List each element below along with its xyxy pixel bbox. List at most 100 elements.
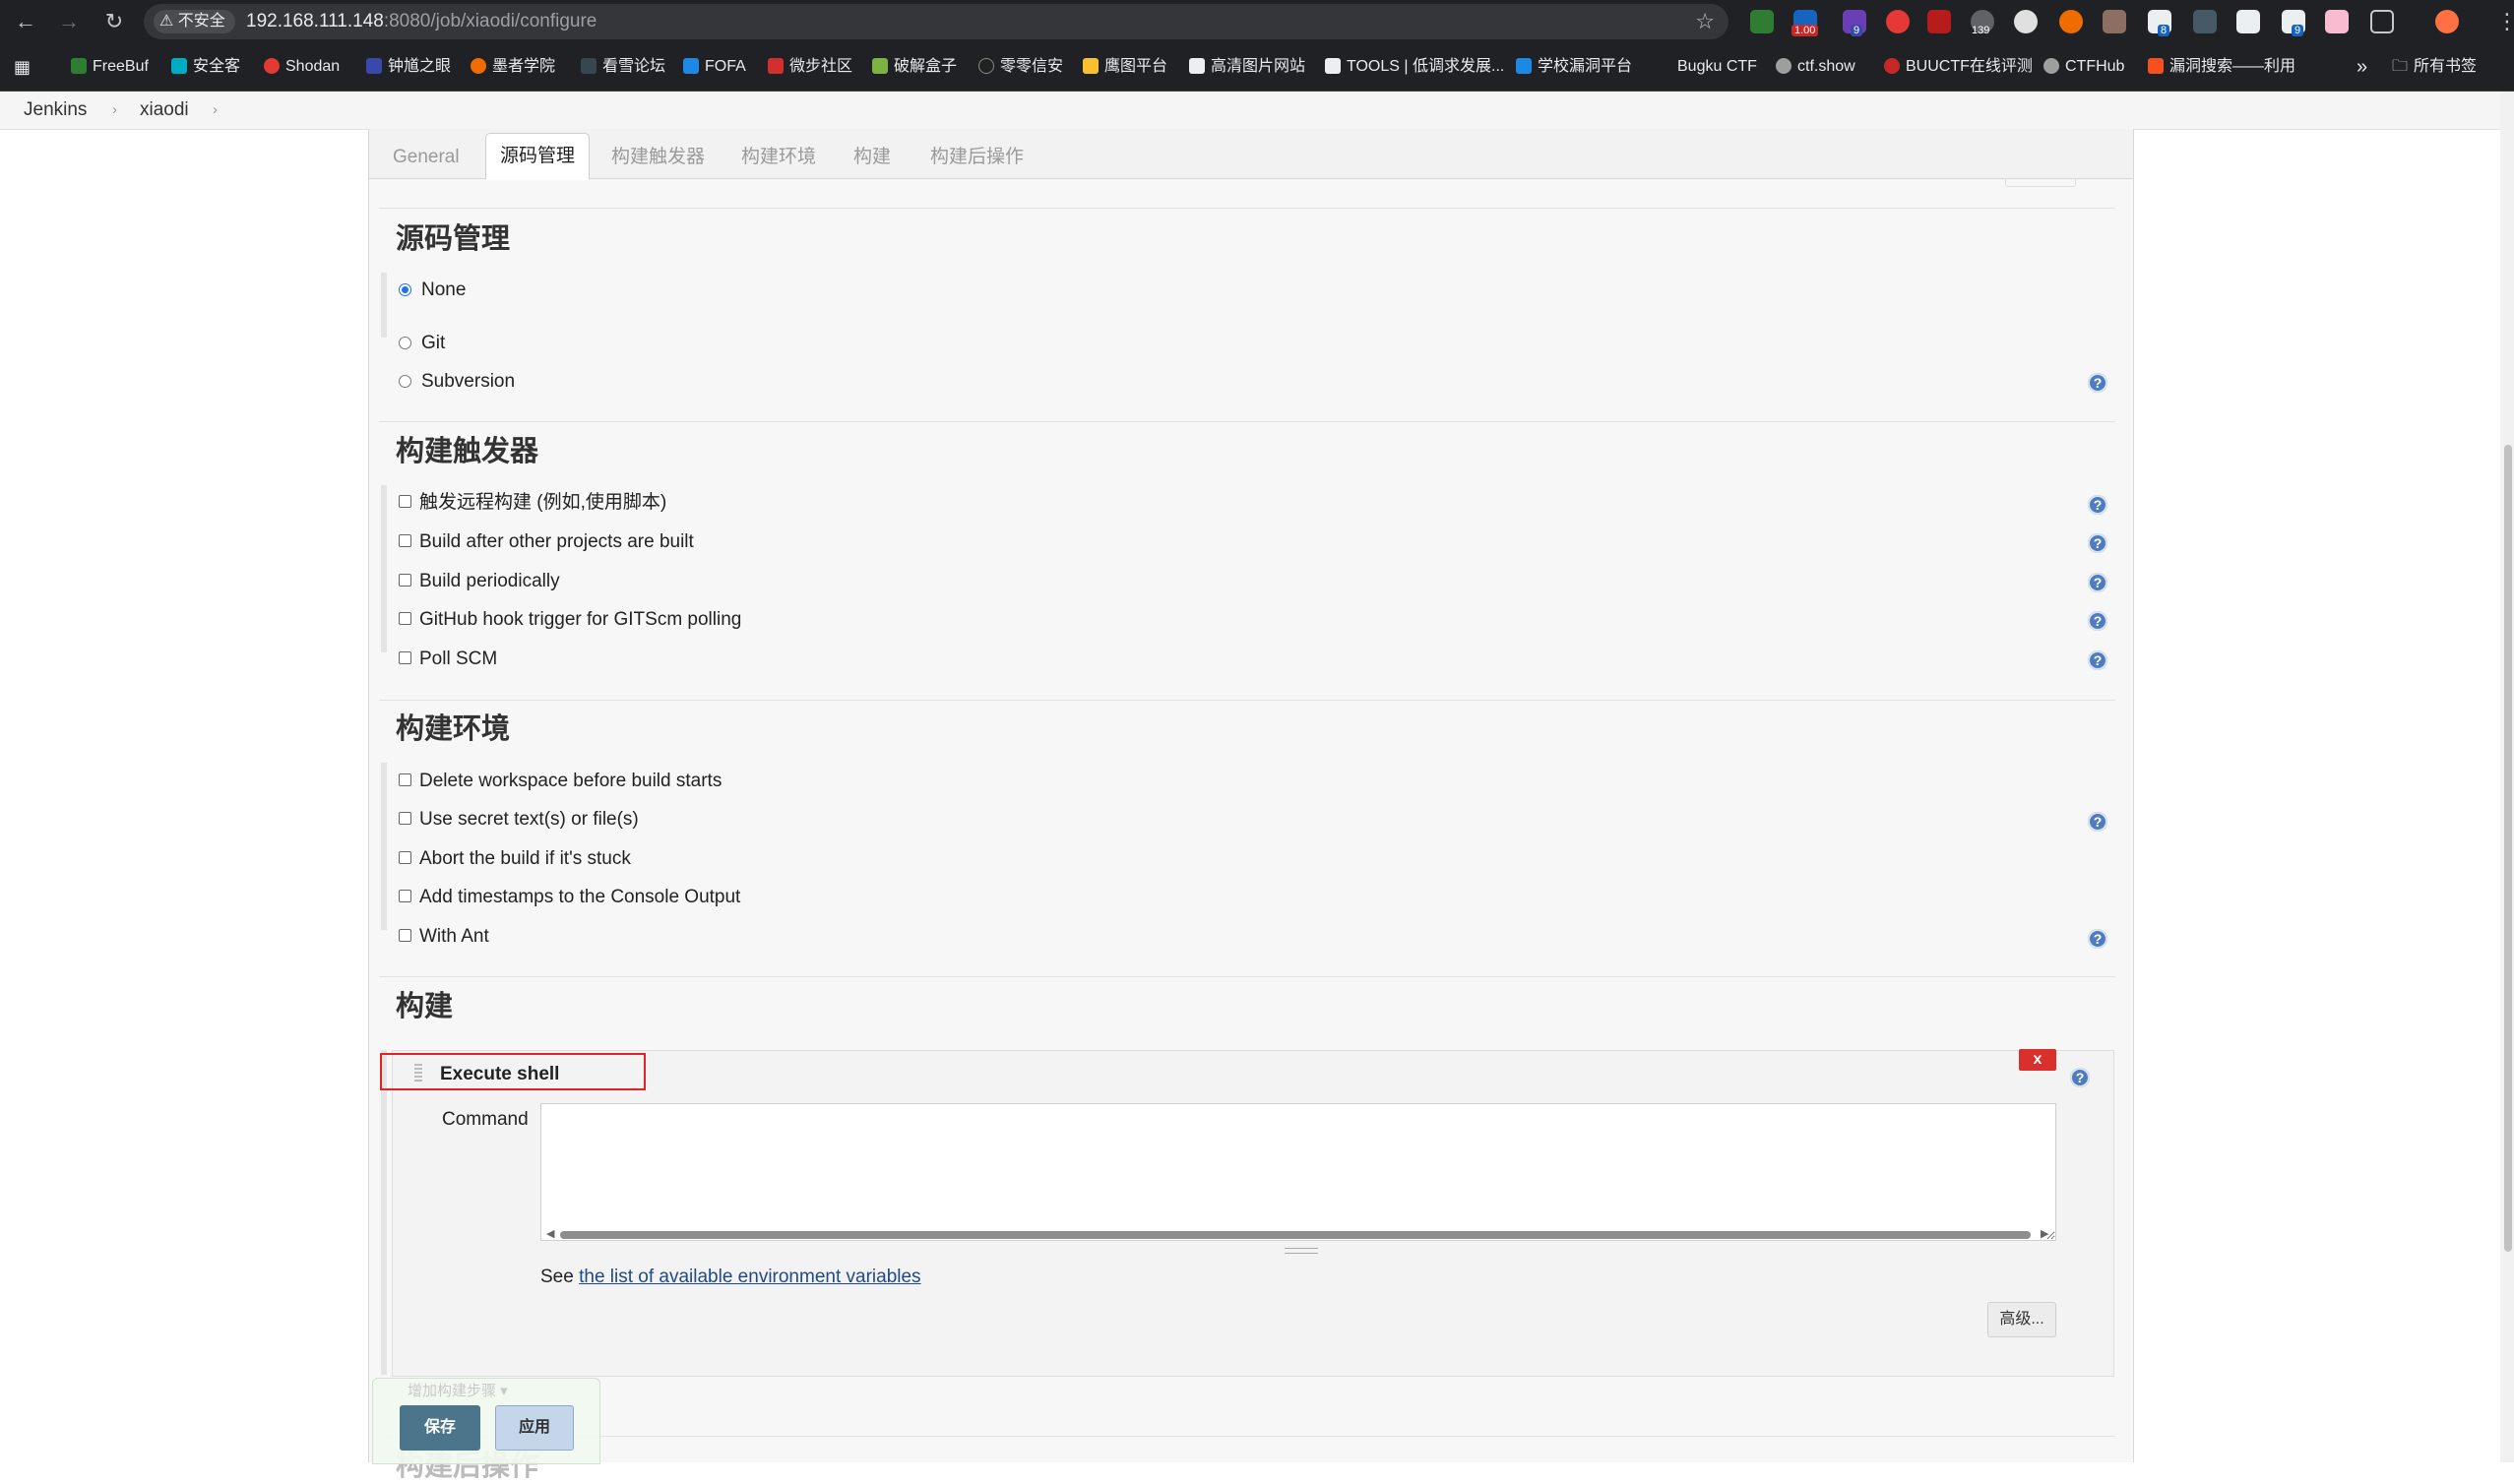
extension-icon[interactable] [2325,10,2349,33]
resize-grip[interactable] [1285,1248,1318,1254]
tab-scm[interactable]: 源码管理 [485,133,591,180]
radio-selected[interactable] [399,283,411,296]
bookmark-item[interactable]: 破解盒子 [872,43,957,91]
env-variables-link[interactable]: the list of available environment variab… [579,1267,920,1287]
scm-section-title: 源码管理 [396,223,511,255]
address-bar[interactable]: ⚠ 不安全 192.168.111.148:8080/job/xiaodi/co… [144,4,1728,39]
menu-icon[interactable]: ⋮ [2496,0,2514,43]
checkbox[interactable] [399,574,411,587]
tab-build[interactable]: 构建 [840,137,905,178]
extension-icon[interactable] [2236,10,2260,33]
checkbox[interactable] [399,773,411,786]
bookmark-item[interactable]: 安全客 [171,43,240,91]
more-bookmarks-button[interactable]: » [2357,43,2367,91]
advanced-button[interactable]: 高级... [1987,1302,2056,1337]
bookmark-item[interactable]: 零零信安 [978,43,1063,91]
help-icon[interactable]: ? [2088,650,2107,670]
bookmark-item[interactable]: ctf.show [1776,43,1855,91]
breadcrumb-jenkins[interactable]: Jenkins [24,92,87,129]
trigger-poll-scm[interactable]: Poll SCM [399,648,497,671]
bookmark-item[interactable]: 漏洞搜索——利用 [2148,43,2295,91]
bookmark-item[interactable]: TOOLS | 低调求发展... [1325,43,1504,91]
all-bookmarks-folder[interactable]: 🗀 所有书签 [2392,43,2477,91]
help-icon[interactable]: ? [2088,533,2107,553]
tab-triggers[interactable]: 构建触发器 [597,137,719,178]
radio[interactable] [399,375,411,388]
help-icon[interactable]: ? [2088,373,2107,393]
extension-icon[interactable] [1927,10,1951,33]
triggers-section-title: 构建触发器 [396,436,539,467]
environment-section-title: 构建环境 [396,713,511,745]
bookmark-item[interactable]: 微步社区 [768,43,852,91]
bookmark-item[interactable]: BUUCTF在线评测 [1884,43,2033,91]
checkbox[interactable] [399,534,411,547]
tab-environment[interactable]: 构建环境 [727,137,830,178]
bookmark-star-icon[interactable]: ☆ [1695,4,1715,39]
add-build-step-button[interactable]: 增加构建步骤 ▾ [408,1380,508,1400]
trigger-after-other-projects[interactable]: Build after other projects are built [399,530,694,554]
scroll-left-icon[interactable]: ◀ [546,1227,554,1240]
browser-toolbar: ← → ↻ ⚠ 不安全 192.168.111.148:8080/job/xia… [0,0,2514,43]
back-icon[interactable]: ← [14,10,37,33]
help-icon[interactable]: ? [2088,812,2107,832]
checkbox[interactable] [399,851,411,864]
checkbox[interactable] [399,495,411,508]
forward-icon[interactable]: → [57,10,81,33]
trigger-github-hook[interactable]: GitHub hook trigger for GITScm polling [399,608,741,632]
bookmark-item[interactable]: FOFA [683,43,746,91]
bookmark-item[interactable]: 鹰图平台 [1083,43,1167,91]
help-icon[interactable]: ? [2088,573,2107,592]
trigger-remote-build[interactable]: 触发远程构建 (例如,使用脚本) [399,491,666,515]
profile-avatar[interactable] [2435,10,2459,33]
help-icon[interactable]: ? [2088,929,2107,949]
panda-extension-icon[interactable] [2014,10,2038,33]
bookmark-item[interactable]: 学校漏洞平台 [1516,43,1632,91]
env-with-ant[interactable]: With Ant [399,925,489,949]
page-scrollbar-thumb[interactable] [2504,445,2512,1252]
scm-option-git[interactable]: Git [399,332,445,355]
trigger-periodically[interactable]: Build periodically [399,570,560,593]
bookmark-item[interactable]: 高清图片网站 [1189,43,1305,91]
help-icon[interactable]: ? [2088,495,2107,515]
bookmark-item[interactable]: 看雪论坛 [581,43,665,91]
env-timestamps[interactable]: Add timestamps to the Console Output [399,886,740,909]
extension-icon[interactable] [1886,10,1910,33]
checkbox[interactable] [399,929,411,942]
radio[interactable] [399,337,411,349]
save-button[interactable]: 保存 [400,1405,480,1451]
bookmark-item[interactable]: FreeBuf [71,43,149,91]
extension-icon[interactable] [2103,10,2126,33]
extension-icon[interactable] [2193,10,2217,33]
env-delete-workspace[interactable]: Delete workspace before build starts [399,770,722,793]
puzzle-icon[interactable] [2370,10,2394,33]
horizontal-scrollbar[interactable] [560,1231,2031,1239]
tab-general[interactable]: General [379,137,473,178]
apps-icon[interactable]: ▦ [14,43,31,91]
extension-icon[interactable] [2059,10,2083,33]
breadcrumb-job[interactable]: xiaodi [140,92,189,129]
apply-button[interactable]: 应用 [495,1405,574,1451]
scm-option-subversion[interactable]: Subversion [399,370,515,394]
bookmark-item[interactable]: 钟馗之眼 [366,43,451,91]
env-secret-text[interactable]: Use secret text(s) or file(s) [399,808,639,832]
extension-badge: 139 [1972,25,1990,36]
scm-option-none[interactable]: None [399,278,466,302]
checkbox[interactable] [399,890,411,902]
reload-icon[interactable]: ↻ [102,10,126,33]
env-abort-stuck[interactable]: Abort the build if it's stuck [399,847,631,871]
security-chip[interactable]: ⚠ 不安全 [154,10,235,33]
help-icon[interactable]: ? [2088,611,2107,631]
delete-step-button[interactable]: x [2019,1049,2056,1071]
checkbox[interactable] [399,651,411,664]
bookmark-item[interactable]: Bugku CTF [1656,43,1757,91]
shield-extension-icon[interactable] [1750,10,1774,33]
tab-post-build[interactable]: 构建后操作 [916,137,1037,178]
checkbox[interactable] [399,812,411,825]
bookmark-item[interactable]: 墨者学院 [471,43,555,91]
bookmark-item[interactable]: CTFHub [2043,43,2124,91]
help-icon[interactable]: ? [2070,1068,2090,1087]
checkbox[interactable] [399,612,411,625]
bookmark-item[interactable]: Shodan [264,43,340,91]
scroll-right-icon[interactable]: ▶ [2041,1227,2048,1240]
command-textarea[interactable] [540,1103,2056,1241]
